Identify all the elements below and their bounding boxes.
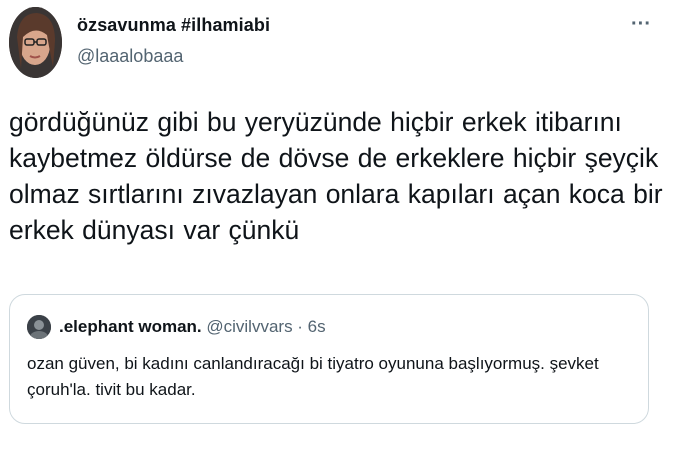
author-handle[interactable]: @laaalobaaa [77,46,183,67]
quoted-author-display-name[interactable]: .elephant woman. [59,317,202,336]
tweet-text-line: erkek dünyası var çünkü [9,215,300,245]
quoted-tweet-text: ozan güven, bi kadını canlandıracağı bi … [27,351,637,403]
tweet-text-line: kaybetmez öldürse de dövse de erkeklere … [9,143,659,173]
quoted-tweet-header: .elephant woman. @civilvvars · 6s [59,317,326,337]
tweet-text-line: gördüğünüz gibi bu yeryüzünde hiçbir erk… [9,107,622,137]
tweet-text: gördüğünüz gibi bu yeryüzünde hiçbir erk… [9,104,679,248]
tweet: özsavunma #ilhamiabi @laaalobaaa ··· gör… [0,0,690,450]
more-options-button[interactable]: ··· [628,14,654,34]
quoted-text-line: ozan güven, bi kadını canlandıracağı bi … [27,354,599,373]
more-horizontal-icon: ··· [631,13,651,35]
quoted-text-line: çoruh'la. tivit bu kadar. [27,380,196,399]
tweet-text-line: olmaz sırtlarını zıvazlayan onlara kapıl… [9,179,663,209]
author-avatar-image [9,7,62,78]
quoted-author-avatar-image [27,315,51,339]
quoted-tweet-card[interactable]: .elephant woman. @civilvvars · 6s ozan g… [9,294,649,424]
quoted-author-avatar[interactable] [27,315,51,339]
quoted-author-meta: @civilvvars · 6s [206,317,326,336]
author-display-name[interactable]: özsavunma #ilhamiabi [77,15,270,36]
author-avatar[interactable] [9,7,62,78]
